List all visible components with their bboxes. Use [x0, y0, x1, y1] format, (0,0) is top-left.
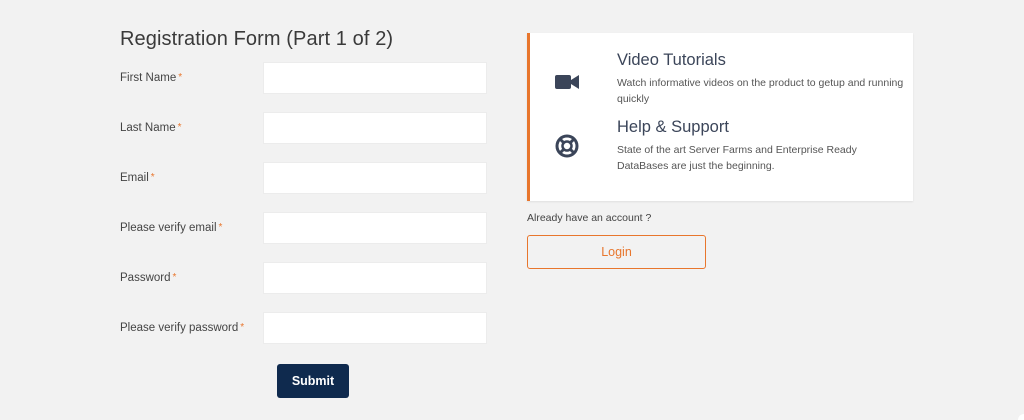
- registration-page: Registration Form (Part 1 of 2) First Na…: [0, 0, 1024, 420]
- required-marker: *: [240, 322, 245, 333]
- first-name-input[interactable]: [263, 62, 487, 94]
- last-name-label-text: Last Name: [120, 122, 176, 134]
- lifebuoy-icon: [554, 133, 580, 159]
- required-marker: *: [172, 272, 177, 283]
- verify-email-row: Please verify email *: [120, 212, 488, 246]
- email-label: Email *: [120, 172, 155, 184]
- verify-email-label: Please verify email *: [120, 222, 222, 234]
- help-support-description: State of the art Server Farms and Enterp…: [617, 144, 857, 172]
- email-label-text: Email: [120, 172, 149, 184]
- required-marker: *: [177, 122, 182, 133]
- account-prompt: Already have an account ?: [527, 212, 652, 224]
- password-row: Password *: [120, 262, 488, 296]
- verify-password-input[interactable]: [263, 312, 487, 344]
- required-marker: *: [218, 222, 223, 233]
- first-name-row: First Name *: [120, 62, 488, 96]
- required-marker: *: [150, 172, 155, 183]
- verify-password-label-text: Please verify password: [120, 322, 239, 334]
- video-tutorials-title: Video Tutorials: [617, 51, 726, 69]
- verify-password-row: Please verify password *: [120, 312, 488, 346]
- last-name-row: Last Name *: [120, 112, 488, 146]
- required-marker: *: [178, 72, 183, 83]
- email-row: Email *: [120, 162, 488, 196]
- login-button[interactable]: Login: [527, 235, 706, 269]
- password-label-text: Password: [120, 272, 171, 284]
- last-name-input[interactable]: [263, 112, 487, 144]
- last-name-label: Last Name *: [120, 122, 182, 134]
- email-input[interactable]: [263, 162, 487, 194]
- verify-password-label: Please verify password *: [120, 322, 244, 334]
- video-camera-icon: [554, 69, 580, 95]
- help-support-title: Help & Support: [617, 118, 729, 136]
- password-label: Password *: [120, 272, 176, 284]
- first-name-label: First Name *: [120, 72, 182, 84]
- first-name-label-text: First Name: [120, 72, 177, 84]
- info-card: Video Tutorials Watch informative videos…: [527, 33, 913, 201]
- verify-email-input[interactable]: [263, 212, 487, 244]
- form-title: Registration Form (Part 1 of 2): [120, 28, 394, 50]
- verify-email-label-text: Please verify email: [120, 222, 217, 234]
- submit-button[interactable]: Submit: [277, 364, 349, 398]
- video-tutorials-description: Watch informative videos on the product …: [617, 77, 904, 105]
- password-input[interactable]: [263, 262, 487, 294]
